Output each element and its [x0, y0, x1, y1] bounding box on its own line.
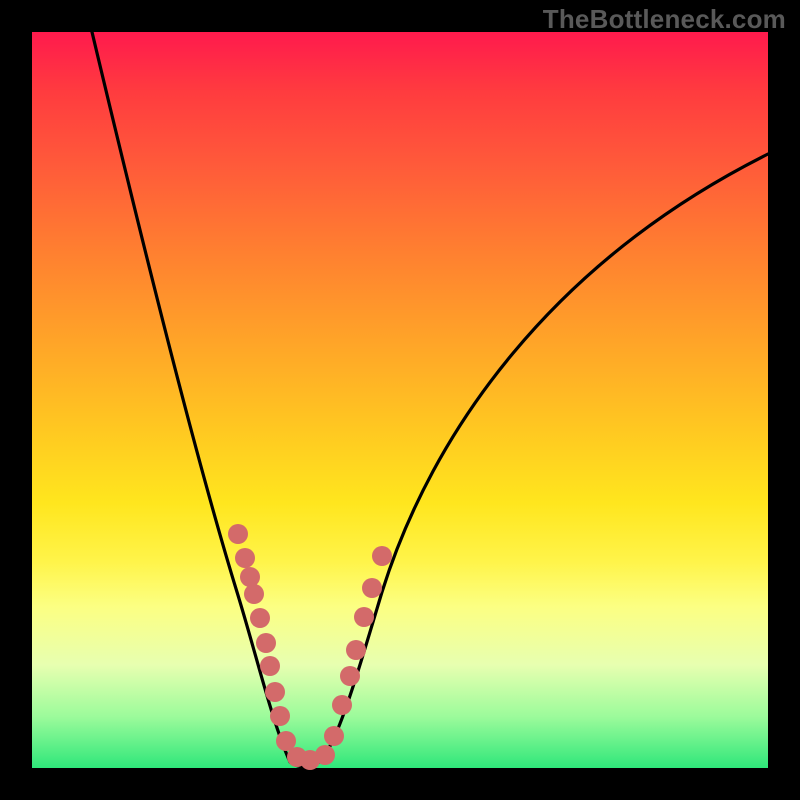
highlight-marker — [235, 548, 255, 568]
highlight-marker — [332, 695, 352, 715]
highlight-marker — [346, 640, 366, 660]
highlight-marker — [256, 633, 276, 653]
highlight-marker — [315, 745, 335, 765]
highlight-marker — [324, 726, 344, 746]
highlight-marker — [354, 607, 374, 627]
highlight-marker — [270, 706, 290, 726]
highlight-marker — [228, 524, 248, 544]
watermark-text: TheBottleneck.com — [543, 4, 786, 35]
highlight-marker — [250, 608, 270, 628]
highlight-marker — [244, 584, 264, 604]
curve-left-branch — [92, 32, 312, 767]
chart-frame: TheBottleneck.com — [0, 0, 800, 800]
highlight-marker — [240, 567, 260, 587]
curve-right-branch — [312, 154, 768, 766]
highlight-marker — [265, 682, 285, 702]
highlight-marker — [362, 578, 382, 598]
highlight-marker — [372, 546, 392, 566]
highlight-marker — [340, 666, 360, 686]
highlight-marker — [260, 656, 280, 676]
chart-svg — [32, 32, 768, 768]
